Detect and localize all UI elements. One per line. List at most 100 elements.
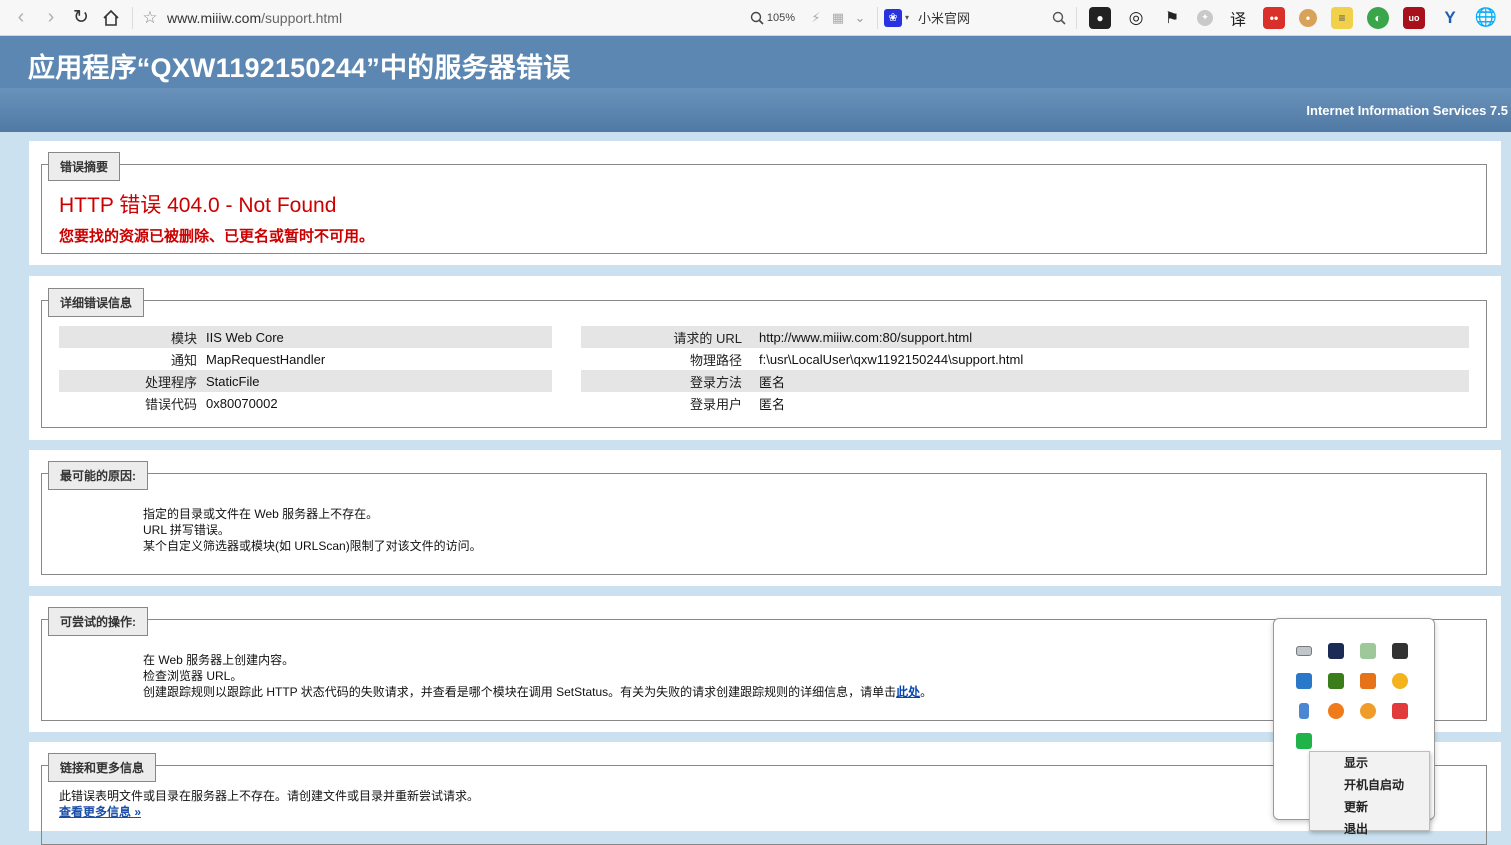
links-text-block: 此错误表明文件或目录在服务器上不存在。请创建文件或目录并重新尝试请求。 查看更多… (59, 788, 479, 820)
menu-item-exit[interactable]: 退出 (1310, 818, 1429, 840)
actions-fieldset: 可尝试的操作: 在 Web 服务器上创建内容。 检查浏览器 URL。 创建跟踪规… (41, 607, 1487, 721)
server-banner: Internet Information Services 7.5 (0, 88, 1511, 132)
circle-app-icon[interactable] (1356, 699, 1388, 719)
table-row: 处理程序 StaticFile (59, 370, 552, 392)
wifi-icon[interactable]: ◎ (1125, 7, 1147, 29)
detail-label: 错误代码 (144, 396, 197, 412)
menu-item-show[interactable]: 显示 (1310, 752, 1429, 774)
detail-label: 物理路径 (689, 352, 742, 368)
ublock-icon[interactable]: uo (1403, 6, 1425, 29)
table-row: 登录用户 匿名 (581, 392, 1469, 414)
menu-item-update[interactable]: 更新 (1310, 796, 1429, 818)
monitor-icon[interactable] (1324, 639, 1356, 659)
lightning-icon[interactable]: ⚡ (805, 7, 827, 29)
usb-icon[interactable] (1292, 699, 1324, 719)
back-icon[interactable]: ‹ (6, 3, 36, 33)
detail-value: IIS Web Core (206, 329, 284, 345)
cookie-icon[interactable]: • (1299, 8, 1317, 27)
detail-label: 登录方法 (689, 374, 742, 390)
red-dots-icon[interactable]: •• (1263, 6, 1285, 29)
red-app-icon[interactable] (1388, 699, 1420, 719)
detail-value: 0x80070002 (206, 395, 278, 411)
causes-list: 指定的目录或文件在 Web 服务器上不存在。 URL 拼写错误。 某个自定义筛选… (143, 506, 482, 554)
summary-legend: 错误摘要 (48, 152, 121, 181)
details-legend: 详细错误信息 (48, 288, 145, 317)
search-box-text[interactable]: 小米官网 (918, 8, 1048, 27)
address-bar[interactable]: www.miiiw.com/support.html (167, 10, 342, 26)
error-message: 您要找的资源已被删除、已更名或暂时不可用。 (59, 228, 375, 245)
drive-icon[interactable] (1292, 639, 1324, 659)
error-title: HTTP 错误 404.0 - Not Found (59, 194, 337, 217)
trace-end: 。 (920, 685, 933, 699)
star-icon[interactable]: ☆ (139, 7, 161, 29)
detail-value: http://www.miiiw.com:80/support.html (759, 329, 973, 345)
nvidia-icon[interactable] (1324, 669, 1356, 689)
detail-value: StaticFile (206, 373, 260, 389)
detail-label: 通知 (170, 352, 197, 368)
chevron-down-icon[interactable]: ⌄ (849, 7, 871, 29)
orange-app-icon[interactable] (1356, 669, 1388, 689)
y-ext-icon[interactable]: Y (1439, 7, 1461, 29)
detail-value: MapRequestHandler (206, 351, 326, 367)
list-item: 某个自定义筛选器或模块(如 URLScan)限制了对该文件的访问。 (143, 539, 482, 553)
table-row: 模块 IIS Web Core (59, 326, 552, 348)
search-icon[interactable] (1048, 7, 1070, 29)
globe-color-icon[interactable]: ◐ (1367, 6, 1389, 29)
zoom-level: 105% (766, 11, 795, 24)
summary-fieldset: 错误摘要 HTTP 错误 404.0 - Not Found 您要找的资源已被删… (41, 152, 1487, 254)
qr-code-icon[interactable]: ▦ (827, 7, 849, 29)
actions-legend: 可尝试的操作: (48, 607, 148, 636)
detail-label: 模块 (170, 330, 197, 346)
page-header: 应用程序“QXW1192150244”中的服务器错误 (0, 36, 1511, 88)
causes-panel: 最可能的原因: 指定的目录或文件在 Web 服务器上不存在。 URL 拼写错误。… (29, 450, 1501, 586)
detail-value: 匿名 (759, 396, 786, 412)
details-left-table: 模块 IIS Web Core 通知 MapRequestHandler 处理程序 S… (59, 326, 552, 414)
details-right-table: 请求的 URL http://www.miiiw.com:80/support.h… (581, 326, 1469, 414)
table-row: 错误代码 0x80070002 (59, 392, 552, 414)
toolbar-divider (877, 6, 878, 29)
list-item: URL 拼写错误。 (143, 523, 230, 537)
server-name: Internet Information Services 7.5 (1306, 103, 1508, 118)
gear-app-icon[interactable] (1324, 699, 1356, 719)
detail-label: 请求的 URL (673, 330, 742, 346)
detail-label: 处理程序 (144, 374, 197, 390)
tray-icon-grid (1292, 639, 1420, 749)
browser-toolbar: ‹ › ↻ ☆ www.miiiw.com/support.html 105% … (0, 0, 1511, 36)
context-menu: 显示 开机自启动 更新 退出 (1309, 751, 1430, 836)
detail-value: 匿名 (759, 374, 786, 390)
translate-icon[interactable]: 译 (1227, 7, 1249, 29)
flame-icon[interactable] (1388, 669, 1420, 689)
detail-value: f:\usr\LocalUser\qxw1192150244\support.h… (759, 351, 1024, 367)
baidu-paw-icon[interactable]: ❀ (884, 8, 902, 27)
extension-bar: ● ◎ ⚑ ✦ 译 •• • ≡ ◐ uo Y 🌐 (1089, 6, 1497, 29)
green-app-icon[interactable] (1292, 729, 1324, 749)
flag-badge-icon[interactable]: ⚑ (1161, 7, 1183, 29)
list-item: 检查浏览器 URL。 (143, 669, 243, 683)
url-host: www.miiiw.com (167, 9, 262, 26)
menu-item-autostart[interactable]: 开机自启动 (1310, 774, 1429, 796)
globe-icon[interactable]: 🌐 (1475, 7, 1497, 29)
display-icon[interactable] (1292, 669, 1324, 689)
check-drive-icon[interactable] (1356, 639, 1388, 659)
links-text: 此错误表明文件或目录在服务器上不存在。请创建文件或目录并重新尝试请求。 (59, 789, 480, 803)
table-row: 登录方法 匿名 (581, 370, 1469, 392)
notes-icon[interactable]: ≡ (1331, 6, 1353, 29)
film-icon[interactable] (1388, 639, 1420, 659)
details-fieldset: 详细错误信息 模块 IIS Web Core 通知 MapRequestHandle… (41, 288, 1487, 428)
toolbar-divider (1076, 6, 1077, 29)
table-row: 物理路径 f:\usr\LocalUser\qxw1192150244\suppo… (581, 348, 1469, 370)
home-icon[interactable] (96, 3, 126, 33)
search-engine-chevron-icon[interactable]: ▾ (902, 7, 912, 29)
refresh-icon[interactable]: ↻ (66, 3, 96, 33)
table-row: 请求的 URL http://www.miiiw.com:80/support.h… (581, 326, 1469, 348)
summary-panel: 错误摘要 HTTP 错误 404.0 - Not Found 您要找的资源已被删… (29, 141, 1501, 265)
zoom-indicator[interactable]: 105% (750, 11, 795, 25)
list-item: 创建跟踪规则以跟踪此 HTTP 状态代码的失败请求，并查看是哪个模块在调用 Se… (143, 684, 932, 700)
actions-list: 在 Web 服务器上创建内容。 检查浏览器 URL。 创建跟踪规则以跟踪此 HT… (143, 652, 932, 700)
trace-help-link[interactable]: 此处 (896, 685, 920, 699)
game-controller-icon[interactable]: ● (1089, 6, 1111, 29)
forward-icon[interactable]: › (36, 3, 66, 33)
detail-label: 登录用户 (689, 396, 742, 412)
more-info-link[interactable]: 查看更多信息 » (59, 805, 141, 819)
gray-ext-icon[interactable]: ✦ (1197, 9, 1213, 26)
